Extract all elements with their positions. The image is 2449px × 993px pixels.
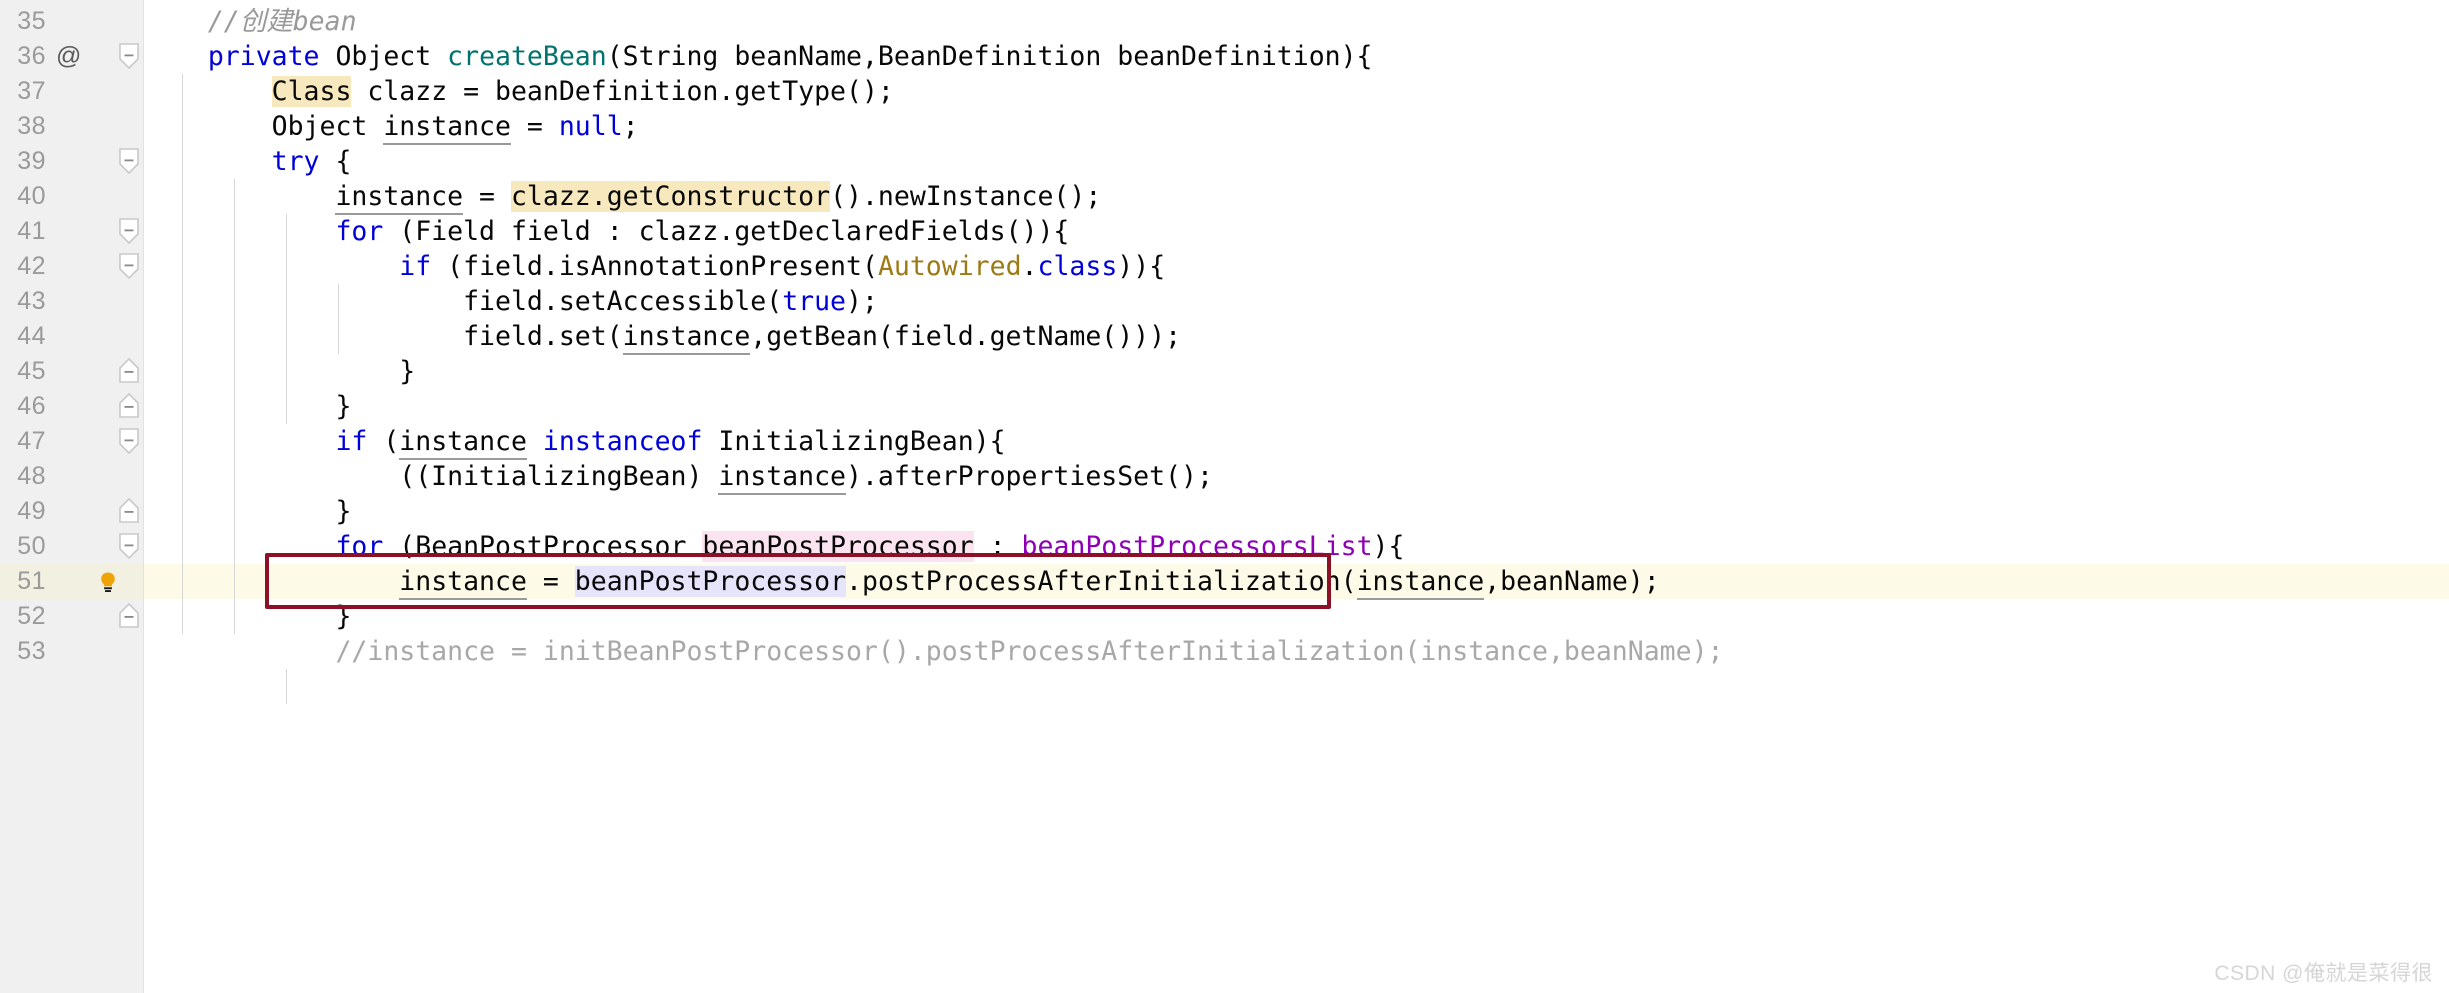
line-number-cell[interactable]: 50	[0, 529, 144, 564]
line-number: 48	[17, 462, 46, 490]
gutter-row: 39	[0, 144, 2449, 179]
gutter-row-current: 51	[0, 564, 2449, 599]
line-number-cell[interactable]: 38	[0, 109, 144, 144]
line-number-cell[interactable]: 47	[0, 424, 144, 459]
line-number-cell[interactable]: 40	[0, 179, 144, 214]
line-number: 45	[17, 357, 46, 385]
indent-guide	[234, 179, 235, 634]
fold-start-icon[interactable]	[119, 148, 139, 174]
gutter-row: 36 @	[0, 39, 2449, 74]
line-number-cell[interactable]: 46	[0, 389, 144, 424]
gutter-row: 52	[0, 599, 2449, 634]
line-number: 46	[17, 392, 46, 420]
fold-end-icon[interactable]	[119, 358, 139, 384]
line-number: 36	[17, 42, 46, 70]
line-number: 52	[17, 602, 46, 630]
line-number: 47	[17, 427, 46, 455]
line-number: 38	[17, 112, 46, 140]
fold-start-icon[interactable]	[119, 43, 139, 69]
line-number: 41	[17, 217, 46, 245]
gutter-row: 47	[0, 424, 2449, 459]
gutter-row: 53	[0, 634, 2449, 669]
line-number: 53	[17, 637, 46, 665]
gutter-row: 49	[0, 494, 2449, 529]
fold-end-icon[interactable]	[119, 393, 139, 419]
line-number: 39	[17, 147, 46, 175]
line-number: 35	[17, 7, 46, 35]
gutter-row: 38	[0, 109, 2449, 144]
fold-start-icon[interactable]	[119, 533, 139, 559]
fold-start-icon[interactable]	[119, 253, 139, 279]
line-number-cell[interactable]: 44	[0, 319, 144, 354]
line-number-cell[interactable]: 42	[0, 249, 144, 284]
annotation-gutter-icon[interactable]: @	[56, 39, 81, 74]
line-number-cell[interactable]: 45	[0, 354, 144, 389]
line-number: 50	[17, 532, 46, 560]
gutter-row: 35	[0, 4, 2449, 39]
indent-guide	[338, 284, 339, 354]
line-number-cell[interactable]: 51	[0, 564, 144, 599]
line-number: 40	[17, 182, 46, 210]
line-number: 37	[17, 77, 46, 105]
gutter-row: 43	[0, 284, 2449, 319]
line-number-cell[interactable]: 41	[0, 214, 144, 249]
gutter-row: 46	[0, 389, 2449, 424]
gutter-row: 42	[0, 249, 2449, 284]
indent-guide	[286, 214, 287, 424]
gutter-row: 45	[0, 354, 2449, 389]
gutter-row: 37	[0, 74, 2449, 109]
gutter-row: 40	[0, 179, 2449, 214]
line-number: 44	[17, 322, 46, 350]
gutter-row: 50	[0, 529, 2449, 564]
line-number-cell[interactable]: 43	[0, 284, 144, 319]
indent-guide	[182, 74, 183, 634]
indent-guide	[286, 669, 287, 704]
intention-bulb-icon[interactable]	[96, 570, 120, 594]
gutter-rows: 35 36 @ 37 38 39 40 41 42 43 44 45 46 47…	[0, 0, 2449, 993]
fold-end-icon[interactable]	[119, 603, 139, 629]
line-number: 49	[17, 497, 46, 525]
line-number-cell[interactable]: 39	[0, 144, 144, 179]
line-number-cell[interactable]: 37	[0, 74, 144, 109]
line-number-cell[interactable]: 49	[0, 494, 144, 529]
line-number-cell[interactable]: 35	[0, 4, 144, 39]
fold-start-icon[interactable]	[119, 218, 139, 244]
line-number-cell[interactable]: 36 @	[0, 39, 144, 74]
gutter-row: 44	[0, 319, 2449, 354]
fold-end-icon[interactable]	[119, 498, 139, 524]
gutter-divider	[143, 0, 144, 993]
line-number: 42	[17, 252, 46, 280]
line-number-cell[interactable]: 53	[0, 634, 144, 669]
line-number-cell[interactable]: 52	[0, 599, 144, 634]
gutter-row: 48	[0, 459, 2449, 494]
gutter-row: 41	[0, 214, 2449, 249]
code-editor[interactable]: 35 36 @ 37 38 39 40 41 42 43 44 45 46 47…	[0, 0, 2449, 993]
line-number: 51	[17, 567, 46, 595]
line-number: 43	[17, 287, 46, 315]
watermark: CSDN @俺就是菜得很	[2214, 962, 2433, 985]
line-number-cell[interactable]: 48	[0, 459, 144, 494]
fold-start-icon[interactable]	[119, 428, 139, 454]
